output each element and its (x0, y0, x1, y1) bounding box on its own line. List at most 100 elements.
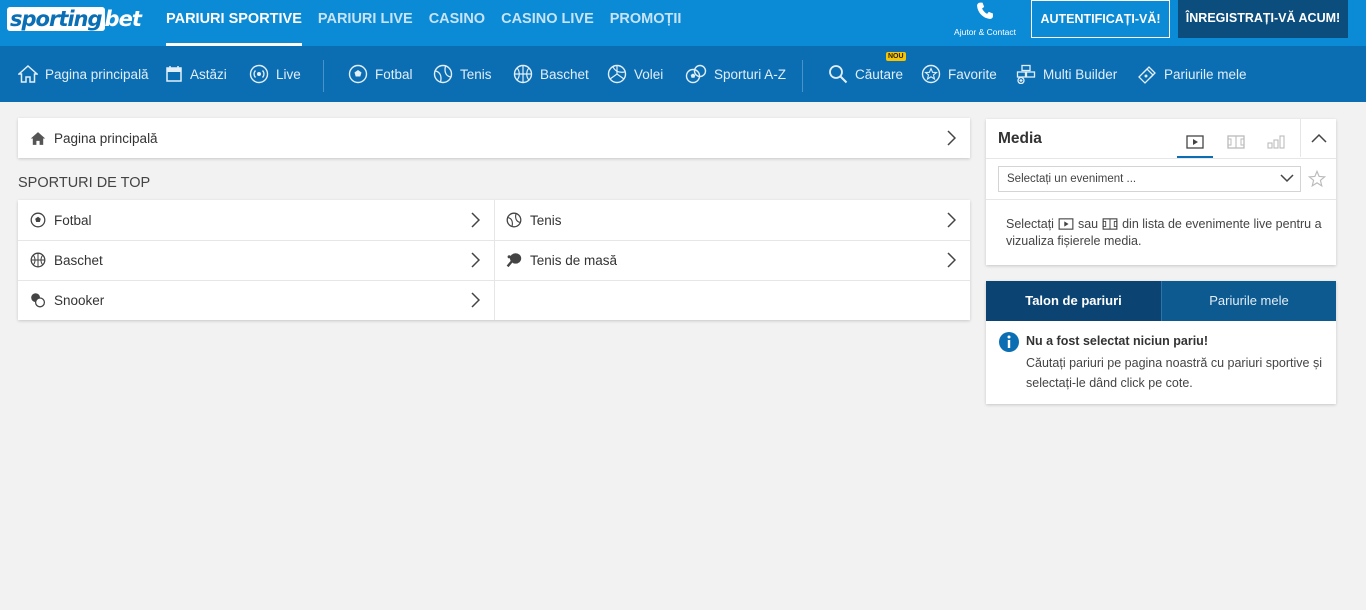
basketball-icon (513, 64, 533, 84)
subnav-today[interactable]: Astăzi (165, 46, 227, 102)
subnav-sports-az-label: Sporturi A-Z (714, 66, 787, 82)
subnav-multi-builder-label: Multi Builder (1043, 66, 1118, 82)
media-tab-stats[interactable] (1258, 127, 1294, 157)
subnav-football-label: Fotbal (375, 66, 413, 82)
chevron-up-icon (1310, 133, 1327, 143)
tab-my-bets[interactable]: Pariurile mele (1161, 281, 1336, 321)
media-collapse-button[interactable] (1300, 119, 1336, 157)
volleyball-icon (607, 64, 627, 84)
media-tab-field[interactable] (1218, 127, 1254, 157)
media-tab-video[interactable] (1177, 127, 1213, 158)
sport-item-tennis[interactable]: Tenis (494, 200, 970, 240)
subnav-tennis[interactable]: Tenis (433, 46, 492, 102)
breadcrumb-label: Pagina principală (54, 130, 158, 146)
calendar-icon (166, 66, 182, 82)
new-badge: NOU (886, 52, 906, 61)
subnav-search-label: Căutare (855, 66, 904, 82)
chevron-right-icon (947, 130, 956, 146)
subnav-volleyball[interactable]: Volei (607, 46, 663, 102)
video-icon (1186, 135, 1204, 149)
multi-builder-icon (1016, 64, 1036, 84)
breadcrumb[interactable]: Pagina principală (18, 118, 970, 158)
my-bets-icon (1138, 66, 1156, 84)
chevron-right-icon (947, 252, 956, 268)
betslip-empty-text: Căutați pariuri pe pagina noastră cu par… (1026, 356, 1322, 390)
media-msg-select: Selectați (1006, 217, 1054, 231)
main-nav: PARIURI SPORTIVE PARIURI LIVE CASINO CAS… (166, 0, 697, 46)
nav-live-betting[interactable]: PARIURI LIVE (318, 0, 413, 46)
sport-item-label: Snooker (54, 292, 105, 308)
login-button[interactable]: AUTENTIFICAȚI-VĂ! (1031, 0, 1170, 38)
chevron-right-icon (947, 212, 956, 228)
field-icon (1102, 218, 1118, 230)
betslip-panel: Talon de pariuri Pariurile mele Nu a fos… (986, 281, 1336, 404)
home-icon (18, 65, 38, 83)
sport-item-label: Tenis (530, 212, 562, 228)
subnav-home[interactable]: Pagina principală (18, 46, 149, 102)
sport-item-basketball[interactable]: Baschet (18, 240, 494, 280)
sport-item-table-tennis[interactable]: Tenis de masă (494, 240, 970, 280)
register-button[interactable]: ÎNREGISTRAȚI-VĂ ACUM! (1178, 0, 1348, 38)
tab-betslip[interactable]: Talon de pariuri (986, 281, 1161, 321)
subnav-live[interactable]: Live (249, 46, 301, 102)
logo-sporting: sporting (7, 7, 105, 31)
sport-item-football[interactable]: Fotbal (18, 200, 494, 240)
event-select-value: Selectați un eveniment ... (1007, 173, 1137, 185)
subnav-live-label: Live (276, 66, 301, 82)
sport-item-label: Baschet (54, 252, 103, 268)
subnav-sports-az[interactable]: Sporturi A-Z (685, 46, 786, 102)
sport-item-label: Tenis de masă (530, 252, 618, 268)
field-icon (1227, 135, 1245, 149)
star-icon (921, 64, 941, 84)
nav-sports-betting[interactable]: PARIURI SPORTIVE (166, 0, 302, 46)
chevron-right-icon (471, 212, 480, 228)
sub-nav: Pagina principală Astăzi Live Fotbal Ten… (0, 46, 1366, 102)
media-title: Media (998, 130, 1042, 147)
subnav-divider (323, 60, 324, 92)
chevron-right-icon (471, 252, 480, 268)
subnav-today-label: Astăzi (190, 66, 227, 82)
tennis-icon (433, 64, 453, 84)
betslip-tabs: Talon de pariuri Pariurile mele (986, 281, 1336, 321)
event-select[interactable]: Selectați un eveniment ... (998, 166, 1301, 192)
subnav-tennis-label: Tenis (460, 66, 492, 82)
help-label: Ajutor & Contact (954, 27, 1016, 37)
brand-logo[interactable]: sporting bet (7, 7, 142, 31)
subnav-my-bets[interactable]: Pariurile mele (1137, 46, 1247, 102)
stats-icon (1267, 135, 1285, 149)
logo-bet: bet (104, 7, 142, 31)
sports-az-icon (685, 64, 707, 84)
tennis-icon (506, 212, 522, 228)
subnav-multi-builder[interactable]: Multi Builder (1016, 46, 1117, 102)
media-divider (986, 158, 1336, 159)
subnav-my-bets-label: Pariurile mele (1164, 66, 1247, 82)
subnav-football[interactable]: Fotbal (348, 46, 413, 102)
media-message: Selectați sau din lista de evenimente live… (1006, 216, 1326, 250)
home-icon (30, 131, 46, 145)
nav-promotions[interactable]: PROMOȚII (610, 0, 682, 46)
subnav-favorites-label: Favorite (948, 66, 997, 82)
subnav-basketball-label: Baschet (540, 66, 589, 82)
sport-item-snooker[interactable]: Snooker (18, 280, 494, 320)
help-contact-button[interactable]: Ajutor & Contact (950, 0, 1020, 40)
subnav-basketball[interactable]: Baschet (513, 46, 589, 102)
nav-casino-live[interactable]: CASINO LIVE (501, 0, 594, 46)
info-icon (999, 332, 1019, 352)
media-msg-or: sau (1077, 217, 1099, 231)
media-divider (986, 199, 1336, 200)
betslip-empty-title: Nu a fost selectat niciun pariu! (1026, 334, 1208, 348)
chevron-right-icon (471, 292, 480, 308)
table-tennis-icon (506, 253, 522, 268)
phone-icon (977, 2, 993, 19)
video-icon (1058, 218, 1074, 230)
football-icon (348, 64, 368, 84)
nav-casino[interactable]: CASINO (429, 0, 485, 46)
basketball-icon (30, 252, 46, 268)
media-panel: Media Selectați un eveniment ... Selecta… (986, 119, 1336, 265)
subnav-favorites[interactable]: Favorite (921, 46, 997, 102)
live-icon (249, 64, 269, 84)
top-sports-title: SPORTURI DE TOP (18, 175, 151, 191)
top-sports-grid: Fotbal Tenis Baschet Tenis de masă Snook… (18, 200, 970, 320)
sport-item-label: Fotbal (54, 212, 92, 228)
favorite-star-icon[interactable] (1308, 170, 1326, 188)
